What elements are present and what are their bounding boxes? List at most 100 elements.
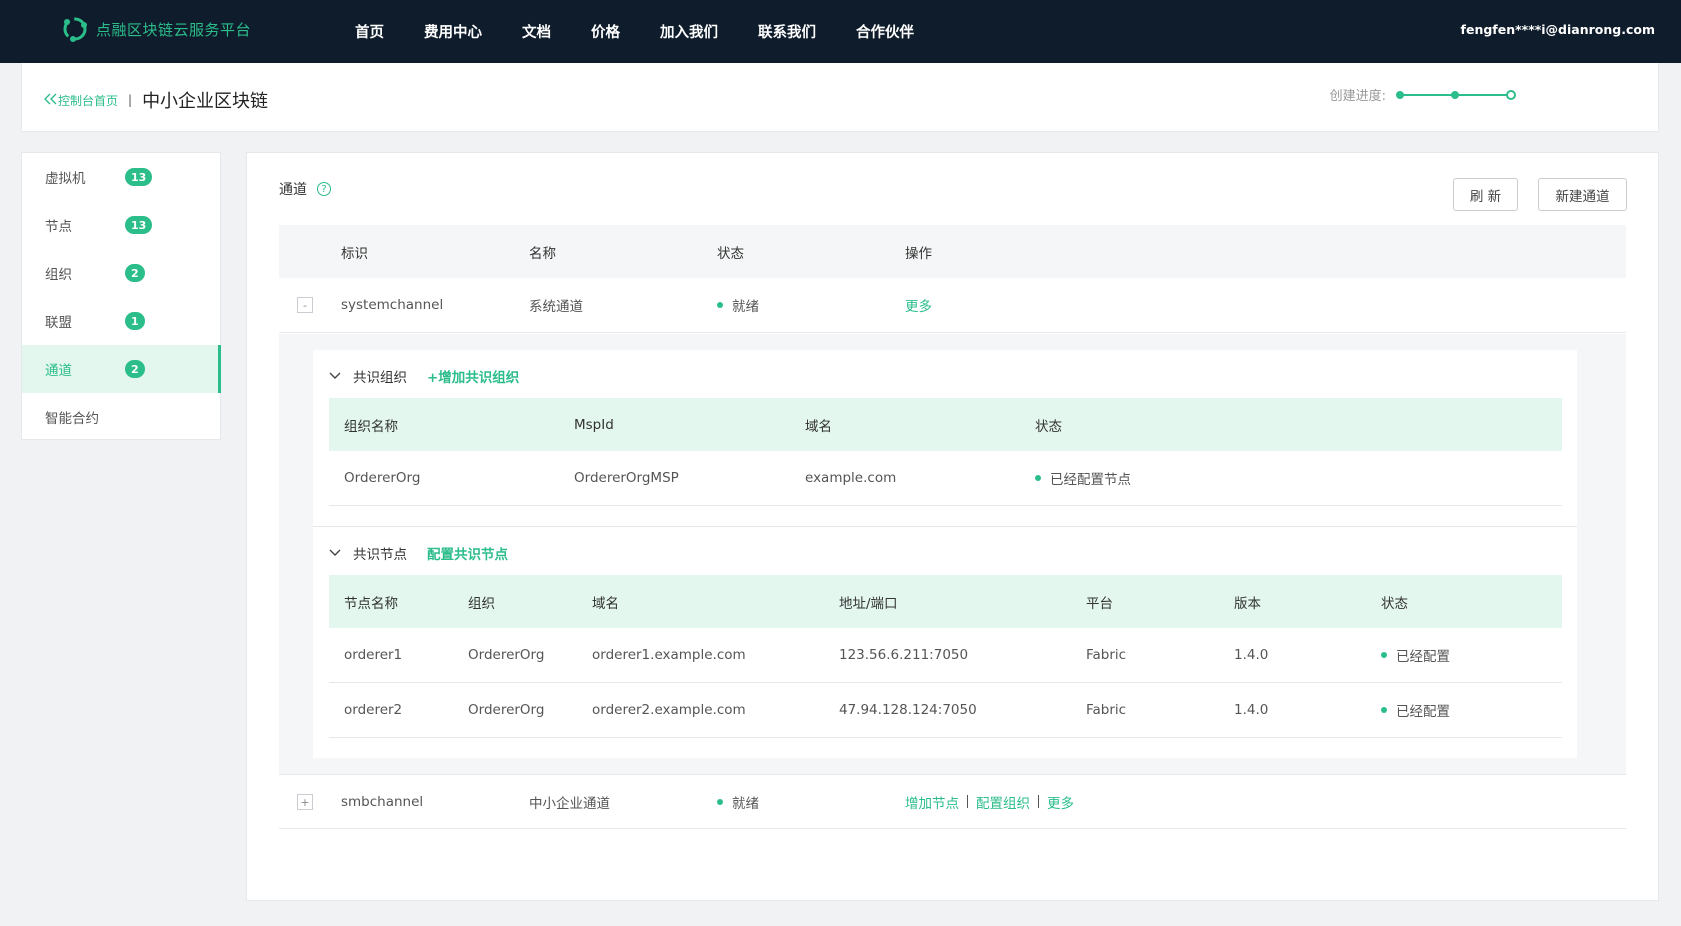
expand-toggle[interactable]: + xyxy=(297,794,313,810)
sidebar-item-label: 组织 xyxy=(45,267,72,283)
chevron-down-icon[interactable] xyxy=(329,368,345,384)
sidebar-item-nodes[interactable]: 节点 13 xyxy=(22,201,220,249)
table-row: - systemchannel 系统通道 就绪 更多 xyxy=(279,278,1626,333)
sidebar-item-vm[interactable]: 虚拟机 13 xyxy=(22,153,220,201)
progress-track xyxy=(1396,89,1518,101)
column-header: 状态 xyxy=(1035,418,1062,435)
org-name: OrdererOrg xyxy=(344,470,421,486)
column-header: 域名 xyxy=(805,418,832,435)
sidebar-item-label: 联盟 xyxy=(45,315,72,331)
node-status: 已经配置 xyxy=(1381,683,1450,737)
count-badge: 2 xyxy=(125,360,145,378)
sidebar-item-label: 虚拟机 xyxy=(45,171,86,187)
configure-org-link[interactable]: 配置组织 xyxy=(976,792,1030,812)
count-badge: 13 xyxy=(125,168,153,186)
nav-docs[interactable]: 文档 xyxy=(522,21,551,42)
page-header: 控制台首页 | 中小企业区块链 创建进度: xyxy=(21,63,1659,132)
channels-panel: 通道 ? 刷 新 新建通道 标识 名称 状态 操作 - systemchanne… xyxy=(246,152,1659,901)
node-domain: orderer2.example.com xyxy=(592,702,746,718)
node-domain: orderer1.example.com xyxy=(592,647,746,663)
column-header: 版本 xyxy=(1234,595,1261,612)
row-actions: 增加节点 配置组织 更多 xyxy=(905,775,1074,828)
user-account[interactable]: fengfen****i@dianrong.com xyxy=(1461,22,1655,37)
more-link[interactable]: 更多 xyxy=(905,295,932,315)
count-badge: 2 xyxy=(125,264,145,282)
column-header: 标识 xyxy=(341,245,368,262)
sidebar-item-label: 节点 xyxy=(45,219,72,235)
status-text: 已经配置节点 xyxy=(1050,472,1131,488)
orgs-table-header: 组织名称 MspId 域名 状态 xyxy=(329,398,1562,451)
add-consensus-org-link[interactable]: +增加共识组织 xyxy=(427,366,519,386)
section-title: 通道 ? xyxy=(279,179,331,199)
channel-id: smbchannel xyxy=(341,793,424,810)
nav-contact[interactable]: 联系我们 xyxy=(758,21,816,42)
sidebar-item-contracts[interactable]: 智能合约 xyxy=(22,393,220,441)
card-title: 共识节点 配置共识节点 xyxy=(329,543,508,563)
node-platform: Fabric xyxy=(1086,647,1127,663)
column-header: 地址/端口 xyxy=(839,595,898,612)
consensus-orgs-card: 共识组织 +增加共识组织 组织名称 MspId 域名 状态 OrdererOrg… xyxy=(313,350,1577,526)
main-nav: 首页 费用中心 文档 价格 加入我们 联系我们 合作伙伴 xyxy=(355,0,954,63)
column-header: 节点名称 xyxy=(344,595,398,612)
node-platform: Fabric xyxy=(1086,702,1127,718)
help-icon[interactable]: ? xyxy=(317,182,331,196)
sidebar-item-label: 智能合约 xyxy=(45,411,99,427)
channel-name: 系统通道 xyxy=(529,299,583,315)
nav-partners[interactable]: 合作伙伴 xyxy=(856,21,914,42)
card-title-text: 共识组织 xyxy=(353,370,407,386)
progress-step-2 xyxy=(1451,90,1459,99)
column-header: 名称 xyxy=(529,245,556,262)
sidebar: 虚拟机 13 节点 13 组织 2 联盟 1 通道 2 智能合约 xyxy=(21,152,221,440)
nav-pricing[interactable]: 价格 xyxy=(591,21,620,42)
sidebar-item-orgs[interactable]: 组织 2 xyxy=(22,249,220,297)
creation-progress: 创建进度: xyxy=(1330,85,1518,104)
nav-billing[interactable]: 费用中心 xyxy=(424,21,482,42)
column-header: 域名 xyxy=(592,595,619,612)
column-header: 组织 xyxy=(468,595,495,612)
add-node-link[interactable]: 增加节点 xyxy=(905,792,959,812)
column-header: 状态 xyxy=(717,245,744,262)
column-header: 平台 xyxy=(1086,595,1113,612)
more-link[interactable]: 更多 xyxy=(1047,792,1074,812)
node-status: 已经配置 xyxy=(1381,628,1450,682)
node-org: OrdererOrg xyxy=(468,702,545,718)
node-name: orderer2 xyxy=(344,702,403,718)
table-row: orderer2 OrdererOrg orderer2.example.com… xyxy=(329,683,1562,738)
new-channel-button[interactable]: 新建通道 xyxy=(1538,178,1627,211)
status-dot-icon xyxy=(1381,707,1387,713)
status-dot-icon xyxy=(717,302,723,308)
back-to-console-link[interactable]: 控制台首页 xyxy=(44,92,118,109)
refresh-button[interactable]: 刷 新 xyxy=(1453,178,1518,211)
status-text: 已经配置 xyxy=(1396,704,1450,720)
top-navbar: 点融区块链云服务平台 首页 费用中心 文档 价格 加入我们 联系我们 合作伙伴 … xyxy=(0,0,1681,63)
breadcrumb: 控制台首页 | 中小企业区块链 xyxy=(44,87,268,113)
channel-table-header: 标识 名称 状态 操作 xyxy=(279,225,1626,278)
column-header: 状态 xyxy=(1381,595,1408,612)
status-text: 就绪 xyxy=(732,795,759,812)
row-actions: 更多 xyxy=(905,278,932,332)
collapse-toggle[interactable]: - xyxy=(297,297,313,313)
nodes-table-header: 节点名称 组织 域名 地址/端口 平台 版本 状态 xyxy=(329,575,1562,628)
configure-consensus-node-link[interactable]: 配置共识节点 xyxy=(427,543,508,563)
node-version: 1.4.0 xyxy=(1234,702,1269,718)
org-status: 已经配置节点 xyxy=(1035,451,1131,505)
sidebar-item-consortium[interactable]: 联盟 1 xyxy=(22,297,220,345)
chevron-down-icon[interactable] xyxy=(329,545,345,561)
channel-status: 就绪 xyxy=(717,775,759,828)
node-name: orderer1 xyxy=(344,647,403,663)
column-header: MspId xyxy=(574,416,614,433)
table-row: + smbchannel 中小企业通道 就绪 增加节点 配置组织 更多 xyxy=(279,774,1626,829)
brand-name: 点融区块链云服务平台 xyxy=(96,20,252,39)
nav-home[interactable]: 首页 xyxy=(355,21,384,42)
column-header: 组织名称 xyxy=(344,418,398,435)
node-address: 47.94.128.124:7050 xyxy=(839,702,977,718)
status-text: 就绪 xyxy=(732,299,759,315)
channel-name: 中小企业通道 xyxy=(529,795,610,812)
status-dot-icon xyxy=(717,798,723,805)
column-header: 操作 xyxy=(905,245,932,262)
status-dot-icon xyxy=(1035,475,1041,481)
brand-logo[interactable]: 点融区块链云服务平台 xyxy=(60,14,251,44)
nav-join-us[interactable]: 加入我们 xyxy=(660,21,718,42)
sidebar-item-channels[interactable]: 通道 2 xyxy=(22,345,221,393)
action-divider xyxy=(967,795,968,808)
